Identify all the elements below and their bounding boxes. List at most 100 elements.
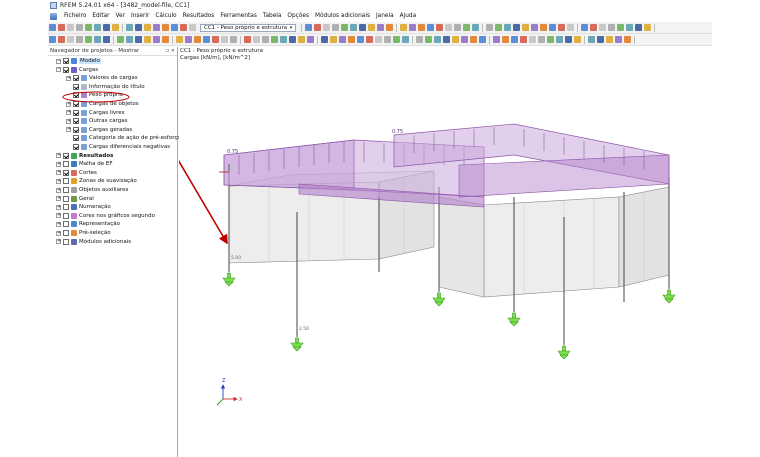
- toolbar-button-icon[interactable]: [180, 24, 187, 31]
- toolbar-button-icon[interactable]: [597, 36, 604, 43]
- toolbar-button-icon[interactable]: [502, 36, 509, 43]
- toolbar-button-icon[interactable]: [357, 36, 364, 43]
- toolbar-button-icon[interactable]: [332, 24, 339, 31]
- toolbar-button-icon[interactable]: [445, 24, 452, 31]
- toolbar-button-icon[interactable]: [212, 36, 219, 43]
- toolbar-button-icon[interactable]: [635, 24, 642, 31]
- toolbar-button-icon[interactable]: [323, 24, 330, 31]
- checkbox[interactable]: [63, 58, 69, 64]
- toolbar-button-icon[interactable]: [418, 24, 425, 31]
- toolbar-button-icon[interactable]: [386, 24, 393, 31]
- checkbox[interactable]: [63, 152, 69, 159]
- toolbar-button-icon[interactable]: [94, 36, 101, 43]
- toolbar-button-icon[interactable]: [262, 36, 269, 43]
- menu-item[interactable]: Editar: [89, 13, 112, 19]
- checkbox[interactable]: [73, 118, 79, 125]
- toolbar-button-icon[interactable]: [305, 24, 312, 31]
- menu-item[interactable]: Tabela: [260, 13, 285, 19]
- toolbar-button-icon[interactable]: [486, 24, 493, 31]
- toolbar-button-icon[interactable]: [67, 24, 74, 31]
- toolbar-button-icon[interactable]: [162, 24, 169, 31]
- navigator-item[interactable]: − Modelo: [56, 57, 101, 65]
- expander-icon[interactable]: +: [66, 110, 71, 116]
- navigator-item[interactable]: + Objetos auxiliares: [56, 186, 128, 194]
- toolbar-button-icon[interactable]: [375, 36, 382, 43]
- toolbar-button-icon[interactable]: [94, 24, 101, 31]
- model-view[interactable]: CC1 : Peso próprio e estrutura Cargas [k…: [179, 47, 712, 457]
- navigator-item[interactable]: + Módulos adicionais: [56, 238, 131, 246]
- toolbar-button-icon[interactable]: [307, 36, 314, 43]
- toolbar-button-icon[interactable]: [606, 36, 613, 43]
- toolbar-button-icon[interactable]: [185, 36, 192, 43]
- toolbar-button-icon[interactable]: [567, 24, 574, 31]
- toolbar-button-icon[interactable]: [425, 36, 432, 43]
- toolbar-button-icon[interactable]: [49, 24, 56, 31]
- expander-icon[interactable]: +: [56, 153, 61, 159]
- checkbox[interactable]: [73, 109, 79, 116]
- load-case-dropdown[interactable]: CC1 - Peso próprio e estrutura ▾: [200, 23, 296, 32]
- toolbar-button-icon[interactable]: [436, 24, 443, 31]
- navigator-item[interactable]: + Resultados: [56, 152, 113, 160]
- toolbar-button-icon[interactable]: [513, 24, 520, 31]
- toolbar-button-icon[interactable]: [280, 36, 287, 43]
- toolbar-button-icon[interactable]: [529, 36, 536, 43]
- menu-item[interactable]: Opções: [284, 13, 312, 19]
- expander-icon[interactable]: +: [56, 196, 61, 202]
- toolbar-button-icon[interactable]: [244, 36, 251, 43]
- toolbar-button-icon[interactable]: [608, 24, 615, 31]
- toolbar-button-icon[interactable]: [103, 36, 110, 43]
- navigator-item[interactable]: + Representação: [56, 220, 120, 228]
- expander-icon[interactable]: +: [56, 221, 61, 227]
- toolbar-button-icon[interactable]: [581, 24, 588, 31]
- expander-icon[interactable]: −: [56, 67, 61, 73]
- navigator-item[interactable]: + Cortes: [56, 169, 97, 177]
- menu-item[interactable]: Inserir: [128, 13, 152, 19]
- toolbar-button-icon[interactable]: [472, 24, 479, 31]
- toolbar-button-icon[interactable]: [366, 36, 373, 43]
- navigator-item[interactable]: + Outras cargas: [66, 117, 128, 125]
- expander-icon[interactable]: +: [66, 118, 71, 124]
- toolbar-button-icon[interactable]: [434, 36, 441, 43]
- checkbox[interactable]: [63, 161, 69, 168]
- toolbar-button-icon[interactable]: [144, 36, 151, 43]
- toolbar-button-icon[interactable]: [203, 36, 210, 43]
- menu-item[interactable]: Ficheiro: [61, 13, 89, 19]
- navigator-item[interactable]: + Malha de EF: [56, 160, 113, 168]
- toolbar-button-icon[interactable]: [565, 36, 572, 43]
- toolbar-button-icon[interactable]: [540, 24, 547, 31]
- navigator-item[interactable]: + Zonas de suavização: [56, 177, 137, 185]
- menu-item[interactable]: Ferramentas: [217, 13, 260, 19]
- toolbar-button-icon[interactable]: [112, 24, 119, 31]
- toolbar-button-icon[interactable]: [289, 36, 296, 43]
- toolbar-button-icon[interactable]: [615, 36, 622, 43]
- expander-icon[interactable]: +: [56, 187, 61, 193]
- toolbar-button-icon[interactable]: [67, 36, 74, 43]
- toolbar-button-icon[interactable]: [479, 36, 486, 43]
- toolbar-button-icon[interactable]: [76, 24, 83, 31]
- expander-icon[interactable]: +: [56, 204, 61, 210]
- navigator-item[interactable]: + Valores de cargas: [66, 74, 138, 82]
- toolbar-button-icon[interactable]: [194, 36, 201, 43]
- toolbar-button-icon[interactable]: [298, 36, 305, 43]
- toolbar-button-icon[interactable]: [495, 24, 502, 31]
- checkbox[interactable]: [63, 169, 69, 176]
- toolbar-button-icon[interactable]: [350, 24, 357, 31]
- toolbar-button-icon[interactable]: [443, 36, 450, 43]
- toolbar-button-icon[interactable]: [574, 36, 581, 43]
- toolbar-button-icon[interactable]: [76, 36, 83, 43]
- checkbox[interactable]: [73, 83, 79, 90]
- toolbar-button-icon[interactable]: [126, 36, 133, 43]
- toolbar-button-icon[interactable]: [359, 24, 366, 31]
- navigator-pin-close-icon[interactable]: ⊐ ✕: [165, 48, 175, 54]
- toolbar-button-icon[interactable]: [377, 24, 384, 31]
- toolbar-button-icon[interactable]: [590, 24, 597, 31]
- toolbar-button-icon[interactable]: [520, 36, 527, 43]
- toolbar-button-icon[interactable]: [85, 24, 92, 31]
- toolbar-button-icon[interactable]: [153, 24, 160, 31]
- toolbar-button-icon[interactable]: [531, 24, 538, 31]
- toolbar-button-icon[interactable]: [416, 36, 423, 43]
- menu-item[interactable]: Resultados: [180, 13, 218, 19]
- toolbar-button-icon[interactable]: [253, 36, 260, 43]
- toolbar-button-icon[interactable]: [522, 24, 529, 31]
- toolbar-button-icon[interactable]: [470, 36, 477, 43]
